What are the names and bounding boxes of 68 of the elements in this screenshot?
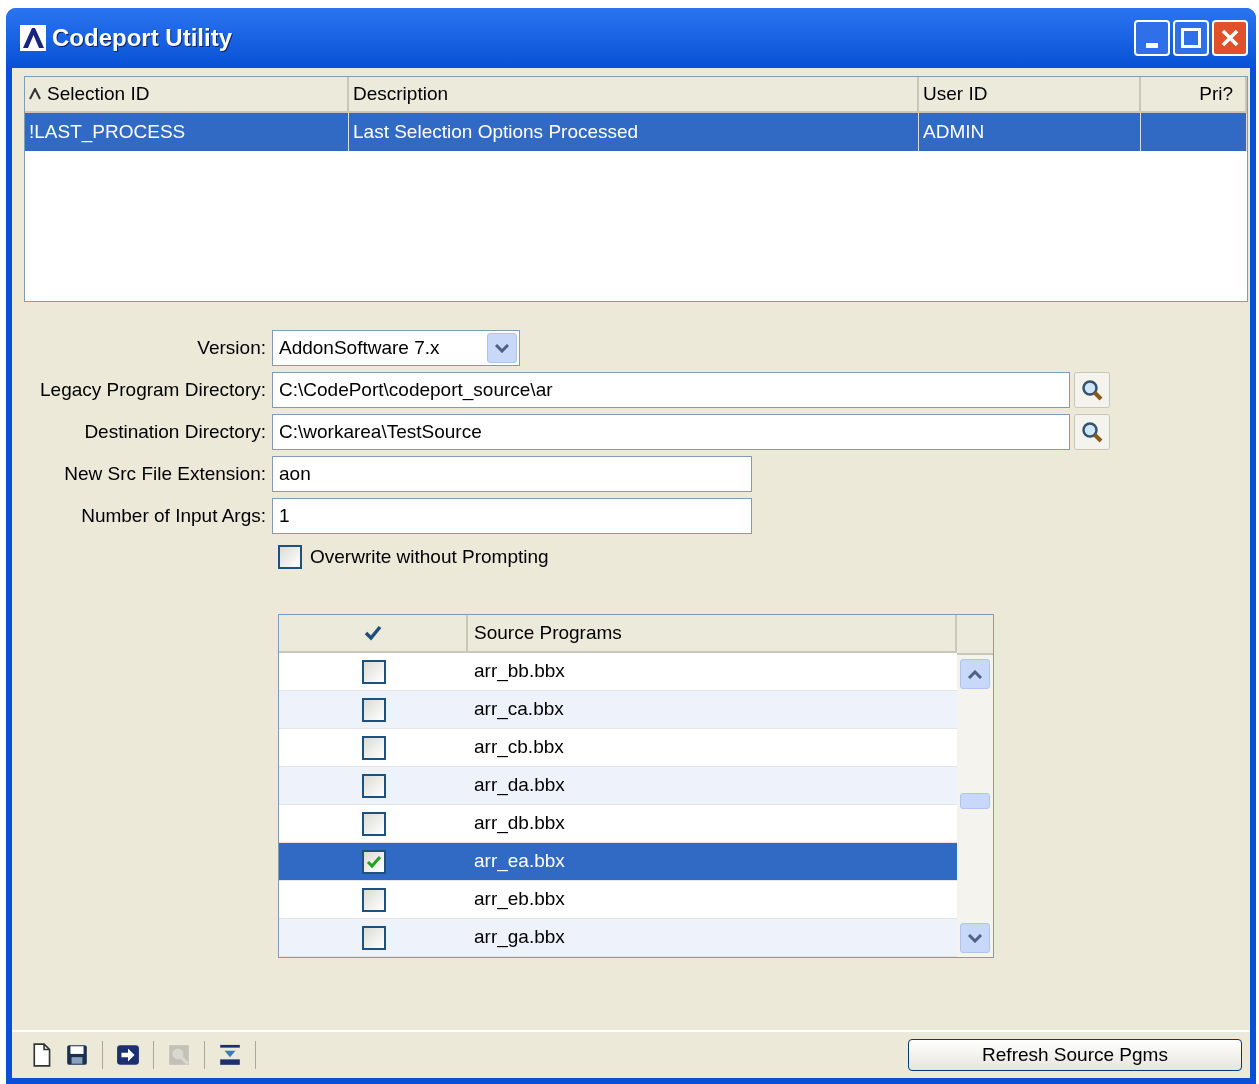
header-corner	[957, 615, 993, 655]
checkmark-icon	[363, 625, 382, 641]
table-cell-text: arr_da.bbx	[473, 773, 566, 798]
scroll-up-button[interactable]	[960, 659, 990, 689]
table-row[interactable]: arr_ea.bbx	[279, 843, 957, 881]
arrow-right-icon[interactable]	[116, 1043, 140, 1067]
column-header[interactable]: Description	[349, 77, 919, 113]
input-field[interactable]: aon	[272, 456, 752, 492]
refresh-button[interactable]: Refresh Source Pgms	[908, 1039, 1242, 1071]
table-cell-text: arr_ga.bbx	[473, 925, 566, 950]
version-dropdown[interactable]: AddonSoftware 7.x	[272, 330, 520, 366]
window-title: Codeport Utility	[52, 23, 232, 53]
field-label: Number of Input Args:	[80, 503, 267, 528]
checkmark-icon	[365, 854, 382, 869]
table-cell: Last Selection Options Processed	[349, 113, 919, 151]
column-header[interactable]: User ID	[919, 77, 1141, 113]
column-header[interactable]: Source Programs	[468, 615, 957, 653]
table-cell: !LAST_PROCESS	[25, 113, 349, 151]
checkbox[interactable]	[361, 773, 386, 798]
search-icon	[1081, 421, 1103, 443]
scroll-down-button[interactable]	[960, 923, 990, 953]
field-label: Destination Directory:	[83, 419, 267, 444]
dropdown-button[interactable]	[487, 333, 517, 363]
maximize-button[interactable]	[1173, 20, 1209, 56]
table-cell-text: arr_eb.bbx	[473, 887, 566, 912]
browse-button[interactable]	[1074, 414, 1110, 450]
table-row[interactable]: arr_ca.bbx	[279, 691, 957, 729]
checkbox-label[interactable]: Overwrite without Prompting	[310, 542, 549, 572]
minimize-button[interactable]	[1134, 20, 1170, 56]
field-label: Legacy Program Directory:	[39, 377, 267, 402]
checkbox[interactable]	[361, 811, 386, 836]
checkbox[interactable]	[278, 545, 302, 569]
caret-down-icon	[495, 343, 509, 353]
input-field[interactable]: C:\workarea\TestSource	[272, 414, 1070, 450]
table-row[interactable]: arr_da.bbx	[279, 767, 957, 805]
table-row[interactable]: arr_ga.bbx	[279, 919, 957, 957]
browse-button[interactable]	[1074, 372, 1110, 408]
scrollbar[interactable]	[957, 655, 993, 957]
field-label: Version:	[196, 335, 267, 360]
minimize-icon	[1146, 43, 1158, 48]
table-cell-text: arr_bb.bbx	[473, 659, 566, 684]
caret-up-icon	[968, 669, 982, 679]
scroll-thumb[interactable]	[960, 793, 990, 809]
table-cell: ADMIN	[919, 113, 1141, 151]
checkbox[interactable]	[361, 697, 386, 722]
table-cell-text: arr_cb.bbx	[473, 735, 565, 760]
search-icon	[1081, 379, 1103, 401]
field-label: New Src File Extension:	[63, 461, 267, 486]
checkbox[interactable]	[361, 659, 386, 684]
input-field[interactable]: 1	[272, 498, 752, 534]
table-cell-text: arr_db.bbx	[473, 811, 566, 836]
close-icon	[1220, 28, 1240, 48]
sort-icon	[29, 88, 41, 100]
table-row[interactable]: !LAST_PROCESS Last Selection Options Processed ADMIN	[25, 113, 1247, 151]
column-header[interactable]: Pri?	[1141, 77, 1247, 113]
table-cell-text: arr_ca.bbx	[473, 697, 565, 722]
table-cell-text: arr_ea.bbx	[473, 849, 566, 874]
checkbox[interactable]	[361, 925, 386, 950]
tray-icon[interactable]	[218, 1043, 242, 1067]
caret-down-icon	[968, 933, 982, 943]
maximize-icon	[1181, 28, 1201, 48]
close-button[interactable]	[1212, 20, 1248, 56]
column-header[interactable]: Selection ID	[25, 77, 349, 113]
checkbox[interactable]	[361, 849, 386, 874]
checkbox[interactable]	[361, 735, 386, 760]
app-logo-icon	[20, 25, 46, 51]
checkbox[interactable]	[361, 887, 386, 912]
input-field[interactable]: C:\CodePort\codeport_source\ar	[272, 372, 1070, 408]
